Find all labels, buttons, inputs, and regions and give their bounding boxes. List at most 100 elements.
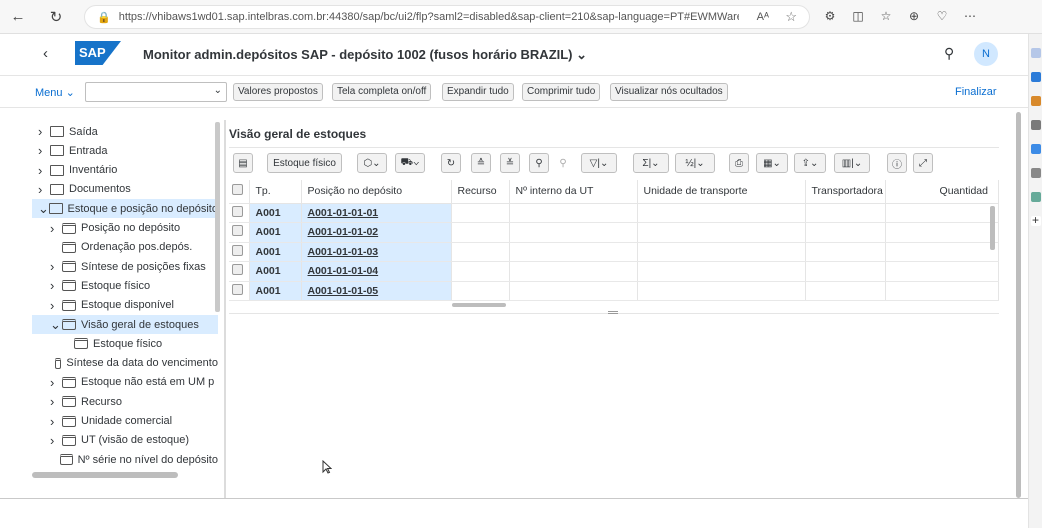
tree-node-label[interactable]: Estoque disponível <box>81 299 174 311</box>
sap-logo[interactable]: SAP <box>75 41 121 65</box>
cell-ut-interno[interactable] <box>509 281 638 301</box>
tree-node[interactable]: › Unidade comercial <box>32 412 218 431</box>
row-selector[interactable] <box>229 222 250 243</box>
menu-label[interactable]: Menu <box>35 87 63 99</box>
tree-node[interactable]: Ordenação pos.depós. <box>32 238 218 257</box>
shopping-icon[interactable] <box>1030 96 1041 106</box>
split-screen-icon[interactable]: ◫ <box>850 8 866 24</box>
url-text[interactable]: https://vhibaws1wd01.sap.intelbras.com.b… <box>119 11 739 23</box>
tela-completa-button[interactable]: Tela completa on/off <box>332 83 432 101</box>
col-header-quantidade[interactable]: Quantidad <box>885 180 999 204</box>
favorites-icon[interactable]: ☆ <box>878 8 894 24</box>
sort-descending-icon[interactable]: ≚ <box>500 153 520 173</box>
chevron-right-icon[interactable]: › <box>38 124 50 139</box>
tree-node-label[interactable]: Unidade comercial <box>81 415 172 427</box>
cell-transportadora[interactable] <box>805 242 886 262</box>
chevron-down-icon[interactable]: ⌄ <box>50 317 62 333</box>
tree-node-label[interactable]: Visão geral de estoques <box>81 319 199 331</box>
tree-node-label[interactable]: Saída <box>69 126 98 138</box>
page-scrollbar[interactable] <box>1016 112 1021 498</box>
position-link[interactable]: A001-01-01-01 <box>308 207 379 219</box>
chevron-right-icon[interactable]: › <box>38 143 50 158</box>
cell-tp[interactable]: A001 <box>249 222 302 243</box>
tree-horizontal-scrollbar[interactable] <box>32 472 178 478</box>
collections-icon[interactable]: ⊕ <box>906 8 922 24</box>
more-icon[interactable]: ⋯ <box>962 8 978 24</box>
table-row[interactable]: A001 A001-01-01-01 <box>229 203 999 223</box>
cell-recurso[interactable] <box>451 203 510 223</box>
cell-quantidade[interactable] <box>885 203 999 223</box>
table-row[interactable]: A001 A001-01-01-04 <box>229 261 999 282</box>
filter-dropdown-icon[interactable]: ▽|⌄ <box>581 153 617 173</box>
app-title-text[interactable]: Monitor admin.depósitos SAP - depósito 1… <box>143 47 573 62</box>
row-selector[interactable] <box>229 203 250 223</box>
cell-recurso[interactable] <box>451 222 510 243</box>
tree-node-label[interactable]: Síntese da data do vencimento <box>66 357 218 369</box>
cell-transportadora[interactable] <box>805 203 886 223</box>
chevron-down-icon[interactable]: ⌄ <box>38 201 49 217</box>
finalizar-link[interactable]: Finalizar <box>955 86 997 98</box>
table-vertical-scrollbar[interactable] <box>990 206 995 250</box>
favorite-star-icon[interactable]: ☆ <box>785 9 797 25</box>
view-dropdown-icon[interactable]: ▦⌄ <box>756 153 788 173</box>
position-link[interactable]: A001-01-01-02 <box>308 226 379 238</box>
chevron-right-icon[interactable]: › <box>50 414 62 429</box>
add-icon[interactable]: + <box>1030 214 1041 226</box>
copilot-icon[interactable] <box>1030 72 1041 82</box>
cell-unidade-transporte[interactable] <box>637 261 806 282</box>
tree-node[interactable]: › UT (visão de estoque) <box>32 431 218 450</box>
chevron-right-icon[interactable]: › <box>50 259 62 274</box>
tree-node[interactable]: ⌄ Visão geral de estoques <box>32 315 218 334</box>
tree-node-label[interactable]: Síntese de posições fixas <box>81 261 206 273</box>
tree-node[interactable]: › Documentos <box>32 180 218 199</box>
cell-unidade-transporte[interactable] <box>637 222 806 243</box>
position-link[interactable]: A001-01-01-05 <box>308 285 379 297</box>
cell-ut-interno[interactable] <box>509 261 638 282</box>
tree-node-label[interactable]: Estoque físico <box>93 338 162 350</box>
checkbox[interactable] <box>232 205 243 217</box>
pane-splitter[interactable] <box>224 120 226 498</box>
tree-node[interactable]: › Estoque físico <box>32 276 218 295</box>
tree-node[interactable]: › Estoque disponível <box>32 296 218 315</box>
cell-recurso[interactable] <box>451 242 510 262</box>
chevron-down-icon[interactable]: ⌄ <box>214 85 222 96</box>
find-icon[interactable]: ⚲ <box>529 153 549 173</box>
print-icon[interactable]: ⎙ <box>729 153 749 173</box>
cell-tp[interactable]: A001 <box>249 261 302 282</box>
tree-node[interactable]: ⌄ Estoque e posição no depósito <box>32 199 218 219</box>
layout-dropdown-icon[interactable]: ▥|⌄ <box>834 153 870 173</box>
position-link[interactable]: A001-01-01-03 <box>308 246 379 258</box>
cell-recurso[interactable] <box>451 261 510 282</box>
cell-tp[interactable]: A001 <box>249 203 302 223</box>
refresh-grid-icon[interactable]: ↻ <box>441 153 461 173</box>
cell-unidade-transporte[interactable] <box>637 242 806 262</box>
tree-node[interactable]: › Saída <box>32 122 218 141</box>
tree-node-label[interactable]: Ordenação pos.depós. <box>81 241 192 253</box>
tree-node[interactable]: › Entrada <box>32 141 218 160</box>
tools-icon[interactable] <box>1030 120 1041 130</box>
cell-quantidade[interactable] <box>885 261 999 282</box>
cell-quantidade[interactable] <box>885 281 999 301</box>
tree-node-label[interactable]: Documentos <box>69 183 131 195</box>
col-header-recurso[interactable]: Recurso <box>451 180 510 204</box>
col-header-posicao[interactable]: Posição no depósito <box>301 180 452 204</box>
tree-node[interactable]: › Inventário <box>32 161 218 180</box>
comprimir-tudo-button[interactable]: Comprimir tudo <box>522 83 601 101</box>
back-chevron-icon[interactable]: ‹ <box>43 45 48 62</box>
checkbox[interactable] <box>232 264 243 276</box>
estoque-fisico-button[interactable]: Estoque físico <box>267 153 342 173</box>
layout-icon[interactable]: ▤ <box>233 153 253 173</box>
chevron-right-icon[interactable]: › <box>38 182 50 197</box>
row-selector[interactable] <box>229 281 250 301</box>
outlook-icon[interactable] <box>1030 144 1041 154</box>
cell-ut-interno[interactable] <box>509 203 638 223</box>
back-arrow-icon[interactable]: ← <box>8 7 28 27</box>
search-icon[interactable]: ⚲ <box>944 45 954 62</box>
resize-grip-icon[interactable] <box>608 311 618 314</box>
tree-node[interactable]: › Posição no depósito <box>32 219 218 238</box>
cell-posicao[interactable]: A001-01-01-03 <box>301 242 452 262</box>
tree-vertical-scrollbar[interactable] <box>215 122 220 312</box>
cell-transportadora[interactable] <box>805 222 886 243</box>
office-icon[interactable] <box>1030 168 1041 178</box>
checkbox[interactable] <box>232 184 243 196</box>
